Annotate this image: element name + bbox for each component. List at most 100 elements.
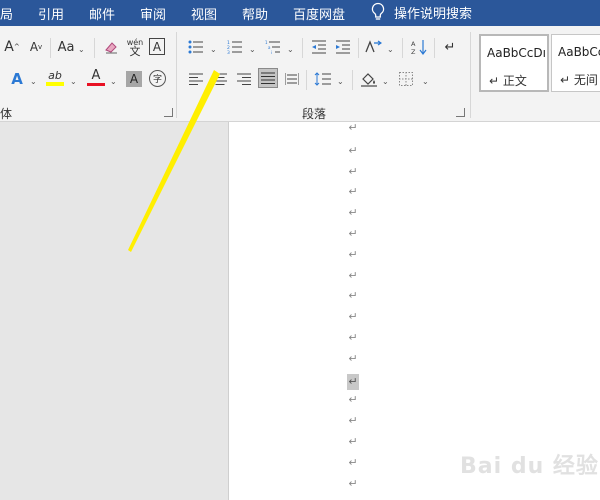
borders-button[interactable]: [398, 71, 414, 87]
justify-button[interactable]: [258, 68, 278, 88]
chevron-down-icon[interactable]: ⌄: [382, 77, 389, 86]
line-spacing-button[interactable]: [314, 70, 332, 88]
numbered-list-icon: 1 2 3: [227, 40, 242, 54]
chevron-down-icon[interactable]: ⌄: [387, 45, 394, 54]
paragraph-mark: ↵: [348, 268, 358, 282]
multilevel-list-button[interactable]: 1 a i: [264, 38, 282, 56]
sort-icon: A Z: [411, 40, 427, 55]
tab-baidu-netdisk[interactable]: 百度网盘: [293, 4, 345, 23]
align-right-icon: [237, 73, 251, 85]
justify-icon: [261, 72, 275, 84]
paragraph-mark: ↵: [348, 185, 358, 199]
document-page[interactable]: ↵↵↵↵↵↵↵↵↵↵↵↵↵↵↵↵↵↵↵: [228, 122, 600, 500]
chevron-down-icon[interactable]: ⌄: [422, 77, 429, 86]
show-hide-marks-button[interactable]: ↵: [442, 38, 458, 56]
decrease-indent-icon: [312, 40, 326, 54]
character-shading-button[interactable]: A: [126, 71, 142, 87]
style-sample: AaBbCc: [558, 45, 600, 59]
tab-mailings[interactable]: 邮件: [89, 4, 115, 23]
chinese-layout-icon: [365, 40, 382, 53]
paragraph-mark: ↵: [348, 247, 358, 261]
distributed-icon: [285, 73, 299, 85]
highlight-color-swatch: [46, 81, 64, 86]
svg-text:3: 3: [227, 50, 230, 54]
paragraph-dialog-launcher-icon[interactable]: [456, 108, 465, 117]
chevron-down-icon[interactable]: ⌄: [30, 77, 37, 86]
align-center-icon: [213, 73, 227, 85]
shading-button[interactable]: [360, 70, 378, 88]
paragraph-mark: ↵: [348, 143, 358, 157]
paragraph-mark: ↵: [348, 351, 358, 365]
paint-bucket-icon: [361, 73, 377, 87]
chevron-down-icon[interactable]: ⌄: [210, 45, 217, 54]
align-right-button[interactable]: [236, 70, 252, 88]
svg-text:A: A: [411, 40, 416, 48]
highlight-button[interactable]: ab: [44, 68, 66, 86]
paragraph-mark: ↵: [348, 455, 358, 469]
increase-indent-button[interactable]: [334, 38, 352, 56]
paragraph-mark: ↵: [348, 164, 358, 178]
font-color-swatch: [87, 83, 105, 86]
paragraph-mark: ↵: [348, 393, 358, 407]
tell-me-label: 操作说明搜索: [394, 6, 473, 22]
distributed-button[interactable]: [284, 70, 300, 88]
numbering-button[interactable]: 1 2 3: [226, 38, 244, 56]
svg-text:Z: Z: [411, 48, 416, 55]
font-dialog-launcher-icon[interactable]: [164, 108, 173, 117]
align-left-button[interactable]: [188, 70, 204, 88]
align-left-icon: [189, 73, 203, 85]
increase-indent-icon: [336, 40, 350, 54]
paragraph-mark: ↵: [348, 310, 358, 324]
chevron-down-icon[interactable]: ⌄: [249, 45, 256, 54]
paragraph-mark: ↵: [348, 331, 358, 344]
tab-view[interactable]: 视图: [191, 4, 217, 23]
return-arrow-icon: ↵: [444, 39, 456, 55]
lightbulb-icon: [371, 2, 385, 20]
chevron-down-icon[interactable]: ⌄: [287, 45, 294, 54]
chevron-down-icon[interactable]: ⌄: [110, 77, 117, 86]
clear-formatting-button[interactable]: [102, 38, 120, 56]
paragraph-mark: ↵: [348, 289, 358, 303]
style-name: ↵ 正文: [489, 74, 527, 88]
svg-text:i: i: [271, 50, 272, 54]
cursor-paragraph-mark: ↵: [347, 373, 359, 390]
change-case-button[interactable]: Aa: [56, 38, 76, 56]
character-border-button[interactable]: A: [149, 38, 165, 55]
tab-references[interactable]: 引用: [38, 4, 64, 23]
chevron-down-icon[interactable]: ⌄: [337, 77, 344, 86]
paragraph-mark: ↵: [348, 121, 358, 134]
font-color-button[interactable]: A: [86, 68, 106, 86]
paragraph-mark: ↵: [348, 476, 358, 490]
decrease-indent-button[interactable]: [310, 38, 328, 56]
bullets-button[interactable]: [188, 38, 204, 56]
style-normal[interactable]: AaBbCcDı ↵ 正文: [479, 34, 549, 92]
tab-help[interactable]: 帮助: [242, 4, 268, 23]
shrink-font-button[interactable]: Av: [28, 38, 44, 56]
grow-font-button[interactable]: A ^: [4, 38, 20, 56]
line-spacing-icon: [314, 72, 331, 86]
sort-button[interactable]: A Z: [410, 38, 428, 56]
paragraph-mark: ↵: [348, 206, 358, 220]
baidu-watermark: Bai du 经验: [460, 454, 599, 479]
font-group-label: 体: [0, 107, 13, 121]
text-effects-button[interactable]: A: [8, 70, 26, 88]
enclose-characters-button[interactable]: 字: [149, 70, 166, 87]
align-center-button[interactable]: [212, 70, 228, 88]
menu-bar: 局 引用 邮件 审阅 视图 帮助 百度网盘 操作说明搜索: [0, 0, 600, 26]
phonetic-guide-button[interactable]: wén 文: [125, 36, 145, 58]
paragraph-mark: ↵: [348, 414, 358, 428]
multilevel-list-icon: 1 a i: [265, 40, 280, 54]
chevron-down-icon[interactable]: ⌄: [78, 45, 85, 54]
style-sample: AaBbCcDı: [487, 46, 546, 60]
style-name: ↵ 无间: [560, 73, 598, 87]
chevron-down-icon[interactable]: ⌄: [70, 77, 77, 86]
tell-me-search[interactable]: 操作说明搜索: [370, 2, 472, 22]
tab-review[interactable]: 审阅: [140, 4, 166, 23]
style-no-spacing[interactable]: AaBbCc ↵ 无间: [551, 34, 600, 92]
ribbon: A^ Av Aa ⌄ wén 文 A A ⌄ ab ⌄ A ⌄ A 字 体 ⌄: [0, 26, 600, 122]
bullet-list-icon: [188, 40, 203, 54]
tab-layout[interactable]: 局: [0, 4, 13, 23]
border-grid-icon: [399, 72, 413, 86]
chinese-layout-button[interactable]: [364, 38, 382, 56]
paragraph-group-label: 段落: [302, 107, 327, 121]
